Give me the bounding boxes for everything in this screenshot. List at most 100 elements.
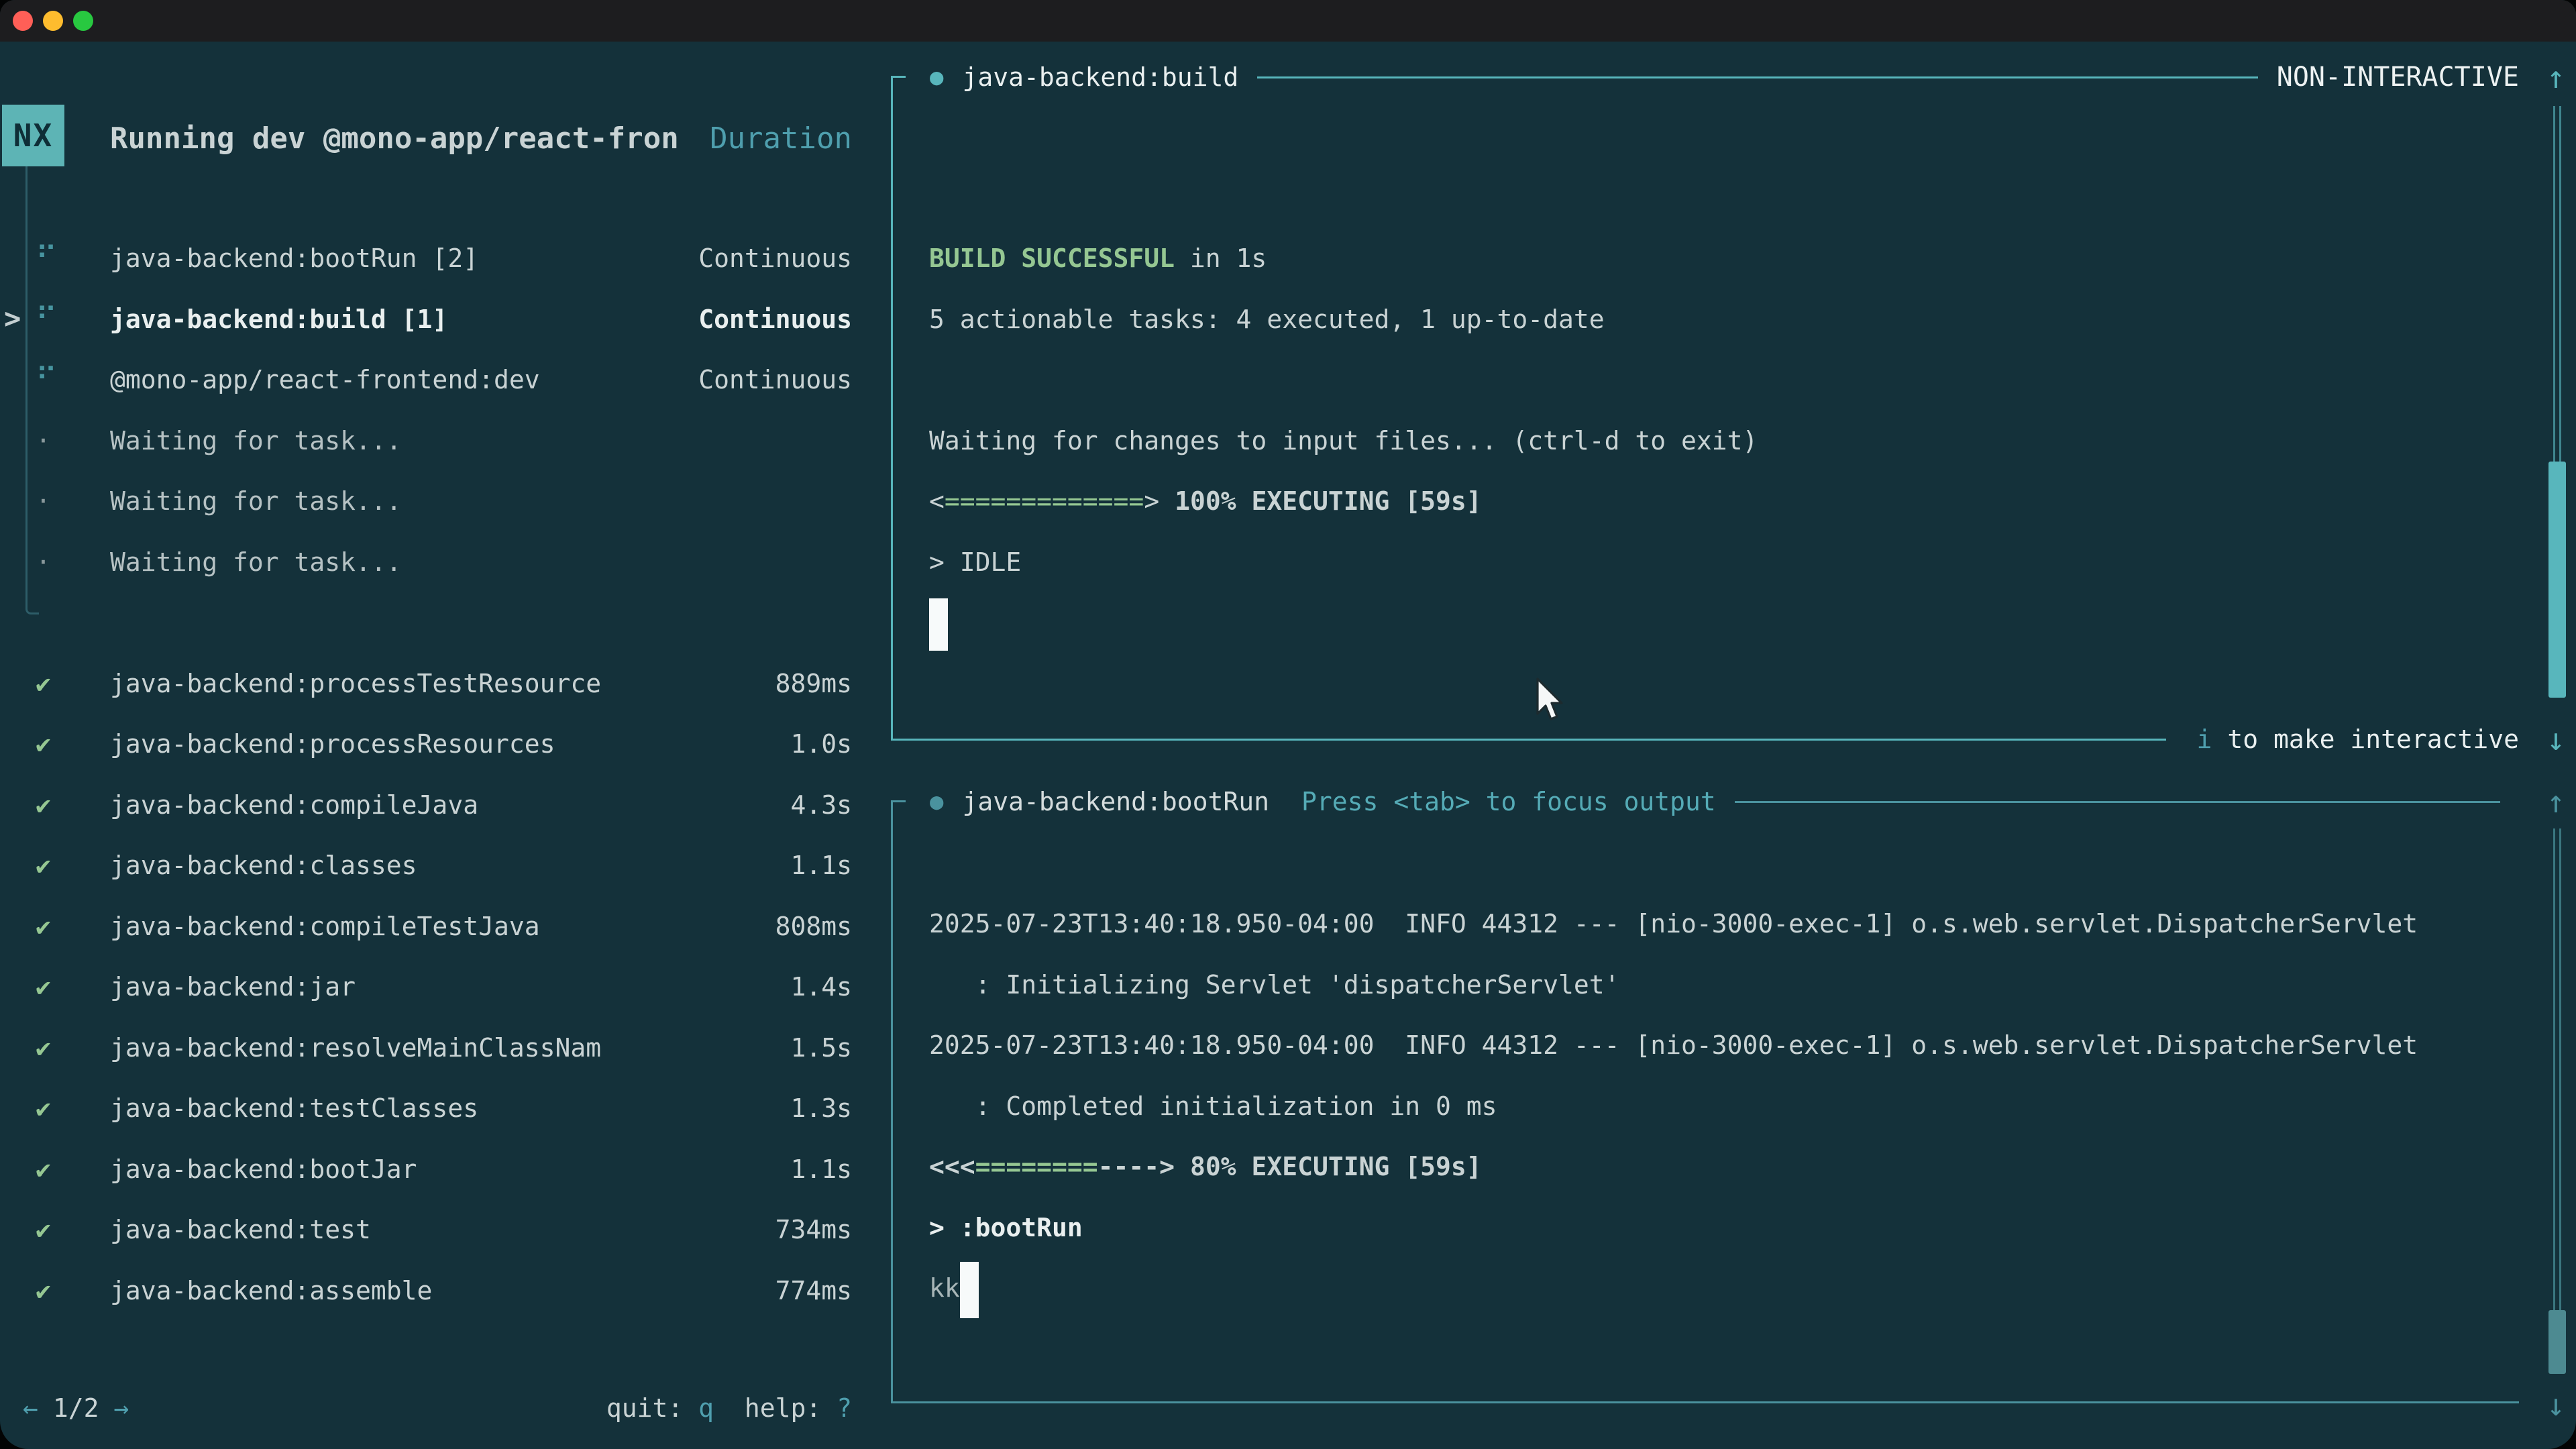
task-label: java-backend:bootJar [110,1139,417,1200]
task-duration: Continuous [698,350,852,411]
task-row[interactable]: ✔ java-backend:classes 1.1s [0,835,891,896]
task-row[interactable]: · Waiting for task... [0,471,891,532]
waiting-dot-icon: · [36,532,51,593]
pager-page-indicator: 1/2 [53,1393,99,1423]
bootrun-scroll-up-icon[interactable]: ↑ [2536,771,2576,832]
task-duration: 774ms [775,1260,852,1322]
task-row[interactable]: · Waiting for task... [0,411,891,472]
mouse-cursor [1536,678,1568,727]
spinner-icon: ⠋ [36,350,57,411]
bootrun-scrollbar-thumb[interactable] [2548,1310,2566,1374]
task-duration: Continuous [698,228,852,289]
pager: ← 1/2 → [23,1393,129,1423]
nx-logo: NX [2,105,64,166]
task-duration: 1.0s [790,714,852,775]
task-row[interactable]: ✔ java-backend:assemble 774ms [0,1260,891,1322]
build-successful-text: BUILD SUCCESSFUL [929,244,1175,273]
task-label: java-backend:classes [110,835,417,896]
check-icon: ✔ [36,957,51,1018]
task-row[interactable]: ✔ java-backend:testClasses 1.3s [0,1078,891,1139]
task-row[interactable]: ⠋ java-backend:bootRun [2] Continuous [0,228,891,289]
task-label: java-backend:processResources [110,714,555,775]
build-pane-output: BUILD SUCCESSFUL in 1s 5 actionable task… [929,228,1758,653]
bootrun-pane-header-rule [1735,801,2500,803]
task-label: java-backend:assemble [110,1260,432,1322]
task-duration: 1.1s [790,1139,852,1200]
close-window-button[interactable] [13,11,33,31]
pager-next-icon[interactable]: → [114,1393,129,1423]
bootrun-scrollbar-track[interactable] [2553,828,2561,1310]
task-label: Waiting for task... [110,532,402,593]
task-row[interactable]: ✔ java-backend:resolveMainClassNam 1.5s [0,1018,891,1079]
idle-line: > IDLE [929,532,1758,593]
typed-text: kk [929,1273,960,1303]
task-row[interactable]: ✔ java-backend:compileJava 4.3s [0,775,891,836]
task-duration: 1.1s [790,835,852,896]
task-row[interactable]: ✔ java-backend:jar 1.4s [0,957,891,1018]
build-scrollbar-thumb[interactable] [2548,462,2566,698]
task-duration: 734ms [775,1199,852,1260]
check-icon: ✔ [36,835,51,896]
progress-bar-start: < [929,486,945,516]
task-list: ⠋ java-backend:bootRun [2] Continuous ⠋ … [0,228,891,1321]
bootrun-progress-line: <<<========----> 80% EXECUTING [59s] [929,1136,2418,1197]
check-icon: ✔ [36,1139,51,1200]
actionable-tasks-line: 5 actionable tasks: 4 executed, 1 up-to-… [929,289,1758,350]
task-label: Waiting for task... [110,411,402,472]
log-line: 2025-07-23T13:40:18.950-04:00 INFO 44312… [929,894,2418,955]
bootrun-scroll-down-icon[interactable]: ↓ [2536,1375,2576,1435]
log-line: : Initializing Servlet 'dispatcherServle… [929,955,2418,1016]
build-result-line: BUILD SUCCESSFUL in 1s [929,228,1758,289]
waiting-dot-icon: · [36,471,51,532]
waiting-dot-icon: · [36,411,51,472]
bootrun-pane-header: ● java-backend:bootRun Press <tab> to fo… [891,771,2519,832]
check-icon: ✔ [36,1018,51,1079]
progress-bar-start: <<< [929,1152,975,1181]
task-row[interactable]: ✔ java-backend:processResources 1.0s [0,714,891,775]
interactive-hint: i to make interactive [2197,724,2519,754]
task-label: java-backend:jar [110,957,356,1018]
task-duration: 808ms [775,896,852,957]
task-duration: 4.3s [790,775,852,836]
task-label: java-backend:testClasses [110,1078,478,1139]
typed-input-line: kk [929,1258,2418,1319]
task-list-header: Running dev @mono-app/react-fron Duratio… [110,108,852,168]
maximize-window-button[interactable] [73,11,93,31]
build-pane-header-rule [1257,76,2257,78]
minimize-window-button[interactable] [43,11,63,31]
task-row[interactable]: ⠋ @mono-app/react-frontend:dev Continuou… [0,350,891,411]
progress-bar-end: > [1144,486,1159,516]
task-label: java-backend:processTestResource [110,653,601,714]
task-row[interactable]: ✔ java-backend:bootJar 1.1s [0,1139,891,1200]
task-row[interactable]: · Waiting for task... [0,532,891,593]
focus-output-hint: Press <tab> to focus output [1301,787,1716,816]
check-icon: ✔ [36,1078,51,1139]
bootrun-pane-left-border [891,802,893,1403]
window-titlebar [0,0,2576,42]
task-label: java-backend:bootRun [2] [110,228,478,289]
check-icon: ✔ [36,1260,51,1322]
check-icon: ✔ [36,653,51,714]
build-scroll-down-icon[interactable]: ↓ [2536,709,2576,769]
progress-status-text: 100% EXECUTING [59s] [1159,486,1481,516]
build-pane-bottom-divider: i to make interactive [891,709,2519,769]
build-pane-left-border [891,77,893,741]
pager-prev-icon[interactable]: ← [23,1393,38,1423]
task-row[interactable]: ✔ java-backend:test 734ms [0,1199,891,1260]
task-duration: 1.4s [790,957,852,1018]
help-key: ? [837,1393,852,1423]
build-scroll-up-icon[interactable]: ↑ [2536,47,2576,107]
task-row-selected[interactable]: ⠋ java-backend:build [1] Continuous [0,289,891,350]
check-icon: ✔ [36,714,51,775]
interactive-hint-text: to make interactive [2212,724,2519,754]
task-row[interactable]: ✔ java-backend:compileTestJava 808ms [0,896,891,957]
task-row[interactable]: ✔ java-backend:processTestResource 889ms [0,653,891,714]
task-label: java-backend:test [110,1199,371,1260]
interactive-hint-key: i [2197,724,2212,754]
check-icon: ✔ [36,1199,51,1260]
task-label: Waiting for task... [110,471,402,532]
task-status-dot-icon: ● [930,64,943,91]
log-line: 2025-07-23T13:40:18.950-04:00 INFO 44312… [929,1015,2418,1076]
build-scrollbar-track[interactable] [2553,106,2561,462]
cursor-line [929,592,1758,653]
